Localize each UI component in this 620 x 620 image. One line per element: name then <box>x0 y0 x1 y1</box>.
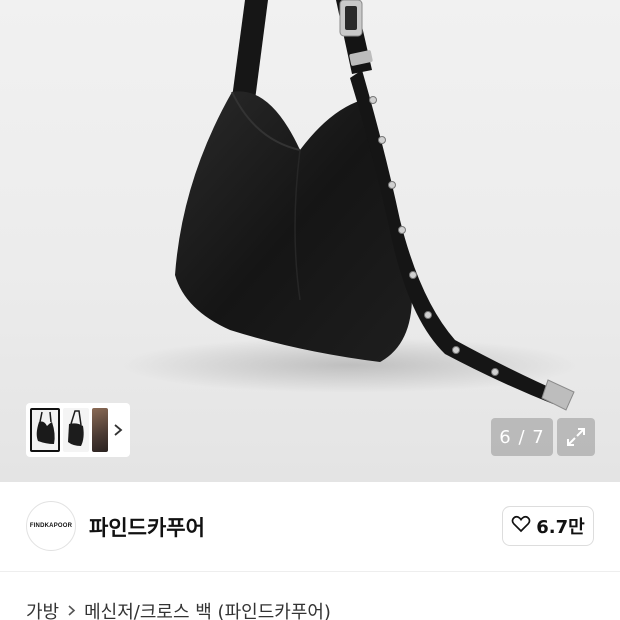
thumbnail-bag-side[interactable] <box>63 408 89 452</box>
image-counter: 6 / 7 <box>491 418 553 456</box>
product-image-gallery[interactable]: 6 / 7 <box>0 0 620 482</box>
thumbnail-strip[interactable] <box>26 403 130 457</box>
expand-icon[interactable] <box>557 418 595 456</box>
bag-thumb-icon <box>36 411 55 444</box>
like-count: 6.7만 <box>536 517 585 538</box>
like-button[interactable]: 6.7만 <box>502 506 594 546</box>
brand-name[interactable]: 파인드카푸어 <box>89 512 205 542</box>
thumbnail-bag[interactable] <box>30 408 60 452</box>
brand-row[interactable]: FINDKAPOOR 파인드카푸어 6.7만 <box>0 482 620 572</box>
chevron-right-icon <box>67 602 76 620</box>
brand-logo[interactable]: FINDKAPOOR <box>26 501 76 551</box>
thumbnail-model[interactable] <box>92 408 108 452</box>
breadcrumb-subcategory[interactable]: 메신저/크로스 백 (파인드카푸어) <box>84 598 331 620</box>
bag-side-thumb-icon <box>68 410 84 446</box>
breadcrumb: 가방 메신저/크로스 백 (파인드카푸어) <box>26 598 331 620</box>
breadcrumb-category[interactable]: 가방 <box>26 598 59 620</box>
chevron-right-icon[interactable] <box>111 408 125 452</box>
heart-icon <box>511 515 531 538</box>
